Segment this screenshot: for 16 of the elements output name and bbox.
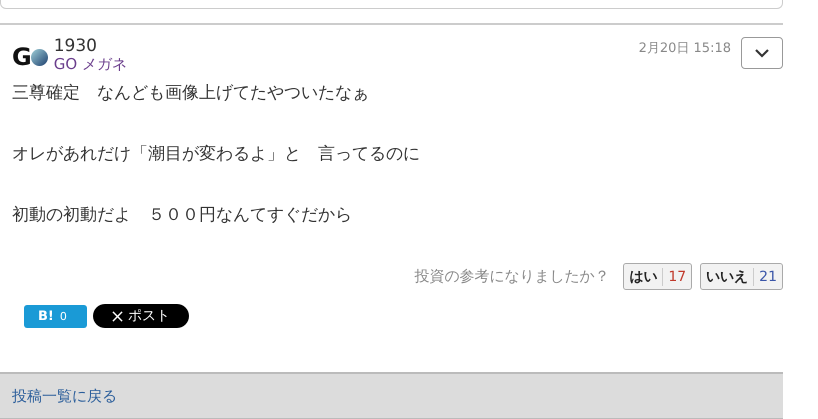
post-text: オレがあれだけ「潮目が変わるよ」と 言ってるのに xyxy=(12,143,421,166)
logo-letter: G xyxy=(12,45,32,69)
post-button[interactable]: ポスト xyxy=(93,304,189,328)
vote-button[interactable]: いいえ 21 xyxy=(700,263,783,290)
vote-question: 投資の参考になりましたか？ xyxy=(414,267,610,286)
x-logo-icon xyxy=(112,310,123,322)
chevron-down-icon xyxy=(754,48,770,58)
logo-orb-icon xyxy=(30,48,48,66)
post-text: 三尊確定 なんども画像上げてたやついたなぁ xyxy=(12,82,370,105)
user-name[interactable]: GO メガネ xyxy=(54,55,127,73)
vote-button[interactable]: はい 17 xyxy=(623,263,692,290)
post-text: 初動の初動だよ ５００円なんてすぐだから xyxy=(12,204,353,227)
back-link[interactable]: 投稿一覧に戻る xyxy=(12,386,117,406)
post-date: 2月20日 15:18 xyxy=(638,40,731,57)
dropdown-button[interactable] xyxy=(741,37,783,69)
user-id: 1930 xyxy=(54,37,98,55)
